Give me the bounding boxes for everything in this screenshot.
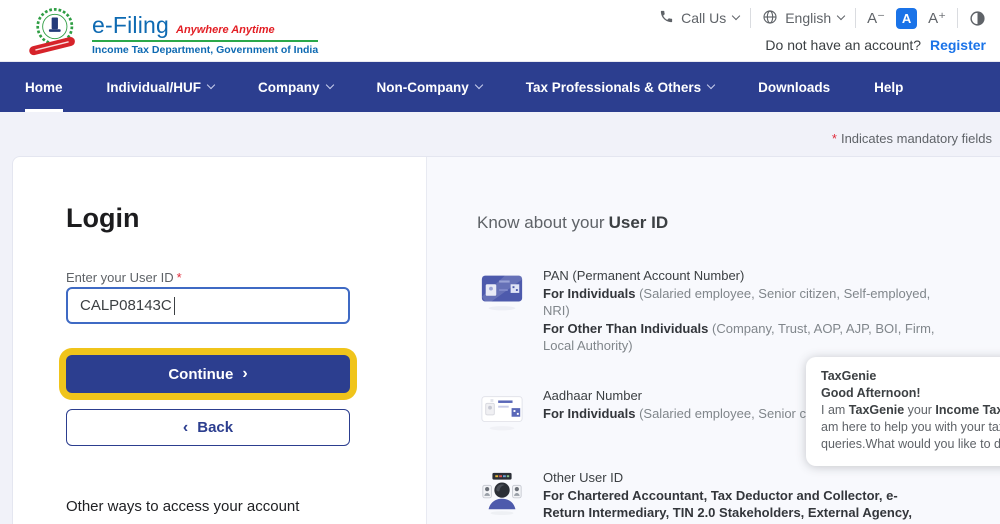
taxgenie-message-line-1: I am TaxGenie your Income Tax Ass	[821, 403, 1000, 417]
taxgenie-message-line-3: queries.What would you like to do?	[821, 437, 1000, 451]
globe-icon	[762, 9, 778, 28]
phone-icon	[659, 9, 674, 27]
login-card: Login Enter your User ID * CALP08143C Con…	[12, 156, 1000, 524]
efiling-logo[interactable]: e-Filing Anywhere Anytime Income Tax Dep…	[26, 4, 319, 63]
account-prompt-text: Do not have an account?	[765, 37, 922, 53]
other-user-id-description: Other User ID For Chartered Accountant, …	[543, 469, 935, 524]
continue-button[interactable]: Continue ›	[66, 355, 350, 393]
language-menu[interactable]: English	[762, 9, 846, 28]
back-button[interactable]: ‹ Back	[66, 409, 350, 446]
chevron-down-icon	[206, 80, 216, 90]
nav-item-non-company[interactable]: Non-Company	[377, 62, 484, 112]
efiling-login-page: e-Filing Anywhere Anytime Income Tax Dep…	[0, 0, 1000, 524]
brand-tagline: Anywhere Anytime	[176, 23, 275, 36]
know-item-pan: PAN (Permanent Account Number) For Indiv…	[479, 267, 935, 355]
nav-item-company[interactable]: Company	[258, 62, 334, 112]
logo-text: e-Filing Anywhere Anytime Income Tax Dep…	[92, 11, 319, 56]
taxgenie-message-line-2: am here to help you with your tax re	[821, 420, 1000, 434]
taxgenie-name: TaxGenie	[821, 369, 877, 383]
other-user-id-title: Other User ID	[543, 470, 624, 485]
contrast-toggle-icon[interactable]	[969, 10, 986, 27]
header-utility-bar: Call Us English A⁻ A A⁺	[659, 6, 986, 30]
chevron-right-icon: ›	[242, 365, 248, 382]
chevron-down-icon	[836, 11, 846, 21]
pan-description: PAN (Permanent Account Number) For Indiv…	[543, 268, 935, 353]
register-link[interactable]: Register	[930, 37, 986, 53]
text-cursor	[173, 296, 176, 315]
brand-subtitle: Income Tax Department, Government of Ind…	[92, 43, 319, 56]
aadhaar-card-icon	[479, 387, 525, 435]
chevron-down-icon	[474, 80, 484, 90]
call-us-label: Call Us	[681, 10, 727, 26]
font-size-current-button[interactable]: A	[896, 7, 918, 29]
taxgenie-greeting: Good Afternoon!	[821, 386, 921, 400]
chevron-down-icon	[706, 80, 716, 90]
other-user-id-icon	[479, 469, 525, 517]
register-prompt-row: Do not have an account? Register	[765, 37, 986, 53]
pan-title: PAN (Permanent Account Number)	[543, 268, 745, 283]
nav-item-individual-huf[interactable]: Individual/HUF	[107, 62, 216, 112]
other-ways-heading: Other ways to access your account	[66, 498, 300, 515]
call-us-menu[interactable]: Call Us	[659, 9, 741, 27]
pan-card-icon	[479, 267, 525, 315]
nav-item-tax-professionals[interactable]: Tax Professionals & Others	[526, 62, 716, 112]
divider	[855, 8, 857, 28]
know-item-other-user-id: Other User ID For Chartered Accountant, …	[479, 469, 935, 524]
chevron-left-icon: ‹	[182, 418, 189, 436]
language-label: English	[785, 10, 832, 26]
chevron-down-icon	[325, 80, 334, 90]
divider	[750, 8, 752, 28]
top-header: e-Filing Anywhere Anytime Income Tax Dep…	[0, 0, 1000, 62]
mandatory-fields-note: * Indicates mandatory fields	[831, 131, 992, 146]
main-nav: Home Individual/HUF Company Non-Company …	[0, 62, 1000, 112]
user-id-label: Enter your User ID *	[66, 270, 182, 285]
income-tax-emblem-icon	[26, 4, 80, 63]
required-asterisk: *	[176, 270, 182, 285]
font-size-decrease-button[interactable]: A⁻	[867, 9, 885, 27]
user-id-input[interactable]: CALP08143C	[66, 287, 350, 324]
nav-item-help[interactable]: Help	[874, 62, 903, 112]
divider	[957, 8, 958, 28]
asterisk: *	[831, 131, 837, 146]
taxgenie-chat-popup[interactable]: TaxGenie Good Afternoon! I am TaxGenie y…	[806, 357, 1000, 466]
know-panel-title: Know about your User ID	[477, 213, 669, 232]
nav-item-downloads[interactable]: Downloads	[758, 62, 830, 112]
nav-item-home[interactable]: Home	[25, 62, 63, 112]
login-title: Login	[66, 203, 140, 233]
font-size-increase-button[interactable]: A⁺	[928, 9, 946, 27]
brand-name: e-Filing	[92, 11, 170, 38]
chevron-down-icon	[731, 11, 741, 21]
user-id-value: CALP08143C	[80, 297, 172, 314]
